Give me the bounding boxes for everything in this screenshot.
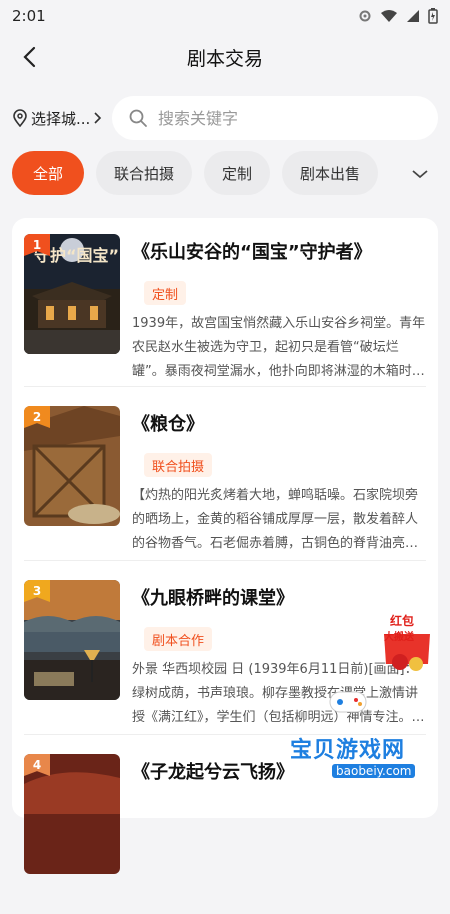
search-row: 选择城...: [0, 96, 450, 140]
promo-title: 红包: [390, 614, 415, 628]
divider: [24, 560, 426, 561]
search-icon: [129, 109, 147, 127]
back-button[interactable]: [14, 42, 44, 72]
script-cover-image: 守护“国宝” 1: [24, 234, 120, 354]
script-title: 《粮仓》: [132, 414, 204, 435]
list-item[interactable]: 3 《九眼桥畔的课堂》 剧本合作 外景 华西坝校园 日 (1939年6月11日前…: [24, 580, 428, 740]
location-pin-icon: [13, 109, 27, 127]
script-cover-image: 4: [24, 754, 120, 874]
filter-tabs: 全部 联合拍摄 定制 剧本出售: [12, 151, 402, 195]
wifi-icon: [381, 10, 397, 22]
category-tag: 联合拍摄: [144, 453, 213, 477]
tabs-expand-button[interactable]: [406, 160, 434, 188]
signal-icon: [407, 10, 419, 22]
red-packet-promo[interactable]: 红包 大搬送: [378, 612, 436, 672]
search-input[interactable]: [156, 107, 410, 129]
app-header: 剧本交易: [0, 32, 450, 82]
script-cover-image: 3: [24, 580, 120, 700]
tab-custom[interactable]: 定制: [204, 151, 271, 195]
script-cover-image: 2: [24, 406, 120, 526]
city-selector[interactable]: 选择城...: [12, 108, 112, 129]
city-label: 选择城...: [31, 109, 91, 128]
list-item[interactable]: 守护“国宝” 1 《乐山安谷的“国宝”守护者》 定制 1939年，故宫国宝悄然藏…: [24, 234, 428, 394]
category-tag: 剧本合作: [144, 627, 213, 651]
page-title: 剧本交易: [186, 47, 263, 70]
promo-subtitle: 大搬送: [384, 632, 414, 643]
settings-icon: [359, 10, 371, 22]
status-time: 2:01: [12, 7, 46, 25]
battery-icon: [428, 8, 438, 24]
script-list: 守护“国宝” 1 《乐山安谷的“国宝”守护者》 定制 1939年，故宫国宝悄然藏…: [12, 218, 438, 874]
gamepad-icon: [329, 691, 367, 713]
search-box[interactable]: [112, 96, 438, 140]
tab-joint-shooting[interactable]: 联合拍摄: [96, 151, 193, 195]
chevron-down-icon: [412, 170, 428, 179]
site-watermark: 宝贝游戏网 baobeiy.com: [270, 691, 450, 800]
status-bar: 2:01: [0, 0, 450, 32]
list-item[interactable]: 2 《粮仓》 联合拍摄 【灼热的阳光炙烤着大地，蝉鸣聒噪。石家院坝旁的晒场上，金…: [24, 406, 428, 566]
divider: [24, 386, 426, 387]
tab-script-sale[interactable]: 剧本出售: [282, 151, 379, 195]
back-arrow-icon: [23, 46, 36, 68]
tab-all[interactable]: 全部: [12, 151, 84, 195]
script-title: 《乐山安谷的“国宝”守护者》: [132, 242, 372, 263]
script-title: 《九眼桥畔的课堂》: [132, 588, 294, 609]
watermark-url: baobeiy.com: [332, 764, 416, 778]
watermark-name: 宝贝游戏网: [290, 738, 406, 763]
script-summary: 1939年，故宫国宝悄然藏入乐山安谷乡祠堂。青年农民赵水生被选为守卫，起初只是看…: [132, 316, 426, 379]
category-tag: 定制: [144, 281, 187, 305]
script-summary: 【灼热的阳光炙烤着大地，蝉鸣聒噪。石家院坝旁的晒场上，金黄的稻谷铺成厚厚一层，散…: [132, 488, 419, 551]
status-icons: [358, 8, 438, 24]
chevron-right-icon: [94, 112, 102, 124]
